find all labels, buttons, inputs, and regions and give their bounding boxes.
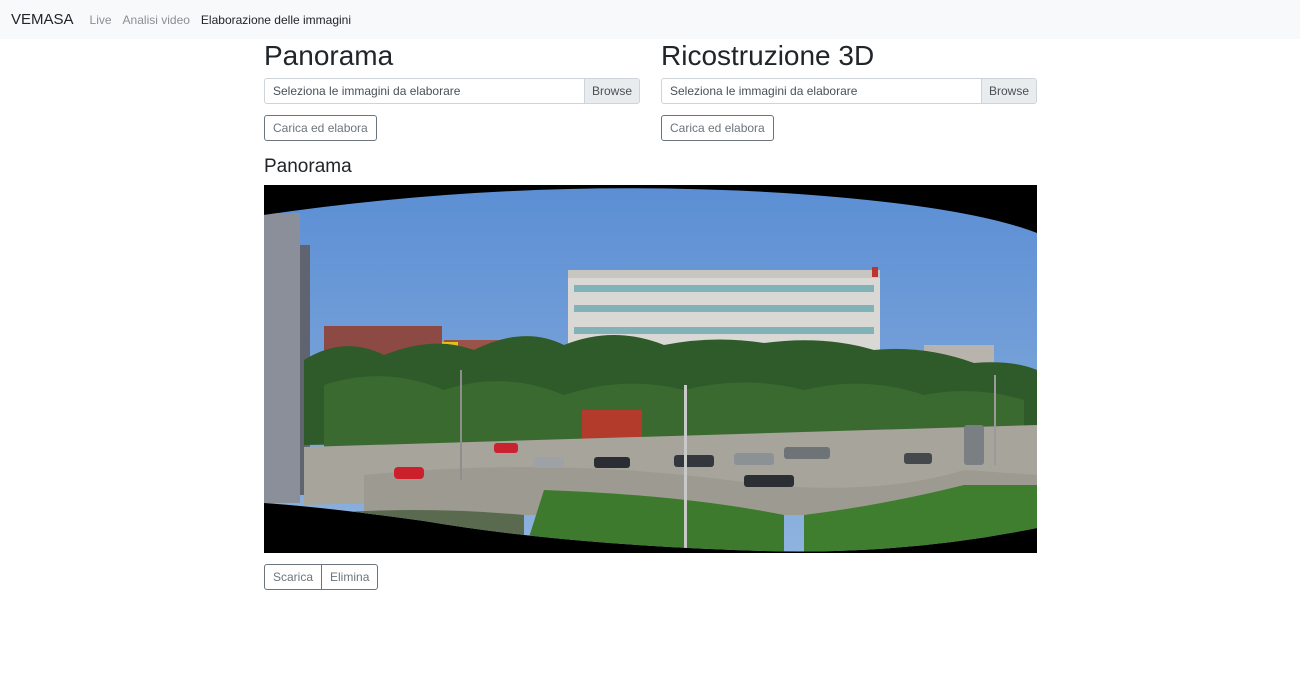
delete-button[interactable]: Elimina bbox=[321, 564, 379, 590]
nav-link-live[interactable]: Live bbox=[90, 13, 112, 27]
reconstruction-form: Ricostruzione 3D Seleziona le immagini d… bbox=[661, 40, 1037, 141]
panorama-heading: Panorama bbox=[264, 40, 394, 71]
nav-link-video-analysis[interactable]: Analisi video bbox=[123, 13, 190, 27]
panorama-file-input[interactable]: Seleziona le immagini da elaborare Brows… bbox=[264, 78, 640, 104]
panorama-form: Panorama Seleziona le immagini da elabor… bbox=[264, 40, 640, 141]
navbar: VEMASA Live Analisi video Elaborazione d… bbox=[0, 0, 1300, 39]
upload-process-button[interactable]: Carica ed elabora bbox=[264, 115, 377, 141]
nav-link-image-processing[interactable]: Elaborazione delle immagini bbox=[201, 13, 351, 27]
panorama-image bbox=[264, 185, 1037, 553]
file-input-label[interactable]: Seleziona le immagini da elaborare bbox=[265, 79, 584, 103]
result-title: Panorama bbox=[264, 156, 352, 177]
browse-button[interactable]: Browse bbox=[584, 79, 639, 103]
file-input-label[interactable]: Seleziona le immagini da elaborare bbox=[662, 79, 981, 103]
brand-logo[interactable]: VEMASA bbox=[11, 11, 74, 28]
browse-button[interactable]: Browse bbox=[981, 79, 1036, 103]
result-actions: Scarica Elimina bbox=[264, 564, 379, 590]
reconstruction-file-input[interactable]: Seleziona le immagini da elaborare Brows… bbox=[661, 78, 1037, 104]
reconstruction-heading: Ricostruzione 3D bbox=[661, 40, 875, 71]
upload-process-button[interactable]: Carica ed elabora bbox=[661, 115, 774, 141]
download-button[interactable]: Scarica bbox=[264, 564, 323, 590]
